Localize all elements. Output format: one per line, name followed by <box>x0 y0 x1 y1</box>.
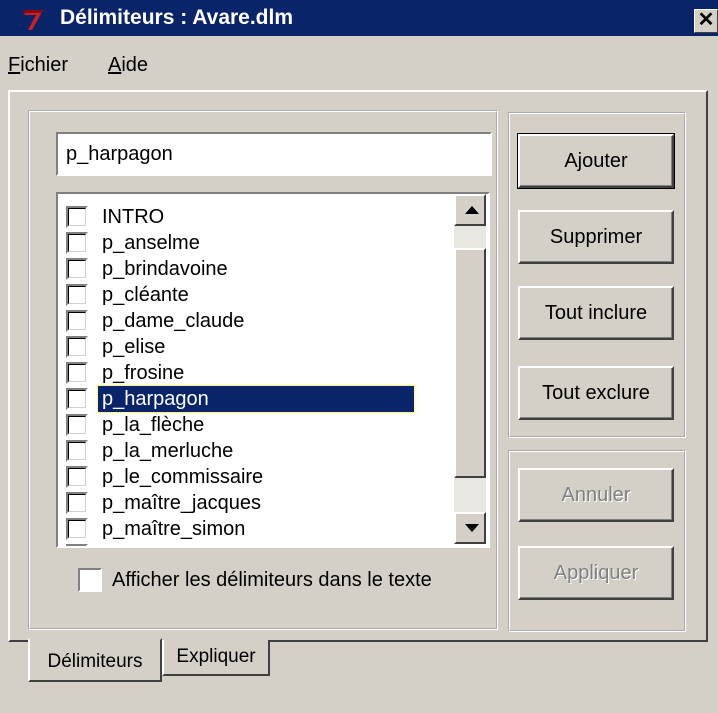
list-item-label: p_frosine <box>102 362 185 384</box>
list-item-label: INTRO <box>102 206 165 228</box>
arrow-up-icon <box>465 206 479 214</box>
list-item-label: p_la_merluche <box>102 440 234 462</box>
delimiter-name-input[interactable] <box>56 132 492 176</box>
list-item[interactable]: p_maître_jacques <box>62 490 452 516</box>
scroll-up-button[interactable] <box>454 194 486 226</box>
menu-aide[interactable]: Aide <box>108 52 148 78</box>
list-item-checkbox[interactable] <box>66 284 88 306</box>
scroll-down-button[interactable] <box>454 512 486 544</box>
list-item-label: p_elise <box>102 336 166 358</box>
list-item-label: p_brindavoine <box>102 258 228 280</box>
menu-fichier[interactable]: Fichier <box>8 52 68 78</box>
list-item-partial[interactable] <box>62 542 452 546</box>
list-item-checkbox[interactable] <box>66 232 88 254</box>
list-item-label: p_anselme <box>102 232 200 254</box>
scroll-thumb[interactable] <box>454 248 486 478</box>
list-item[interactable]: p_la_merluche <box>62 438 452 464</box>
menu-aide-mnemonic: A <box>108 54 122 76</box>
list-item-checkbox[interactable] <box>66 544 88 546</box>
list-item-selected[interactable]: p_harpagon <box>62 385 452 413</box>
app-logo-icon <box>23 10 43 30</box>
list-item-label: p_la_flèche <box>102 414 205 436</box>
list-item-label: p_dame_claude <box>102 310 245 332</box>
tab-expliquer[interactable]: Expliquer <box>162 640 270 676</box>
list-item-checkbox[interactable] <box>66 492 88 514</box>
arrow-down-icon <box>465 524 479 532</box>
list-item-checkbox[interactable] <box>66 388 88 410</box>
list-item-label: p_harpagon <box>97 385 415 413</box>
menu-aide-label: ide <box>121 54 149 76</box>
appliquer-button[interactable]: Appliquer <box>518 546 674 600</box>
list-item[interactable]: p_frosine <box>62 360 452 386</box>
menu-fichier-label: ichier <box>20 54 69 76</box>
show-delimiters-label: Afficher les délimiteurs dans le texte <box>112 569 432 591</box>
show-delimiters-checkbox[interactable] <box>78 568 102 592</box>
list-item-checkbox[interactable] <box>66 414 88 436</box>
list-item[interactable]: p_la_flèche <box>62 412 452 438</box>
list-item-label: p_cléante <box>102 284 189 306</box>
tab-delimiteurs[interactable]: Délimiteurs <box>28 638 162 682</box>
list-item[interactable]: INTRO <box>62 204 452 230</box>
supprimer-button[interactable]: Supprimer <box>518 210 674 264</box>
list-item[interactable]: p_maître_simon <box>62 516 452 542</box>
list-item[interactable]: p_dame_claude <box>62 308 452 334</box>
list-item[interactable]: p_anselme <box>62 230 452 256</box>
list-item-checkbox[interactable] <box>66 310 88 332</box>
list-item-checkbox[interactable] <box>66 206 88 228</box>
list-item-label: p_maître_simon <box>102 518 246 540</box>
list-item-checkbox[interactable] <box>66 258 88 280</box>
list-item[interactable]: p_cléante <box>62 282 452 308</box>
tout-exclure-button[interactable]: Tout exclure <box>518 366 674 420</box>
tout-inclure-button[interactable]: Tout inclure <box>518 286 674 340</box>
list-item-checkbox[interactable] <box>66 336 88 358</box>
ajouter-button[interactable]: Ajouter <box>517 133 675 189</box>
list-item-checkbox[interactable] <box>66 518 88 540</box>
close-button[interactable]: ✕ <box>694 9 718 33</box>
list-item[interactable]: p_elise <box>62 334 452 360</box>
list-item[interactable]: p_le_commissaire <box>62 464 452 490</box>
list-item-checkbox[interactable] <box>66 440 88 462</box>
list-item-label: p_le_commissaire <box>102 466 264 488</box>
list-item-checkbox[interactable] <box>66 362 88 384</box>
list-item-checkbox[interactable] <box>66 466 88 488</box>
list-item[interactable]: p_brindavoine <box>62 256 452 282</box>
menu-fichier-mnemonic: F <box>8 54 21 76</box>
window-title: Délimiteurs : Avare.dlm <box>60 6 294 29</box>
list-item-label: p_maître_jacques <box>102 492 261 514</box>
list-scrollbar[interactable] <box>454 194 486 544</box>
annuler-button[interactable]: Annuler <box>518 468 674 522</box>
delimiter-list[interactable]: INTRO p_anselme p_brindavoine p_cléante … <box>56 192 490 548</box>
